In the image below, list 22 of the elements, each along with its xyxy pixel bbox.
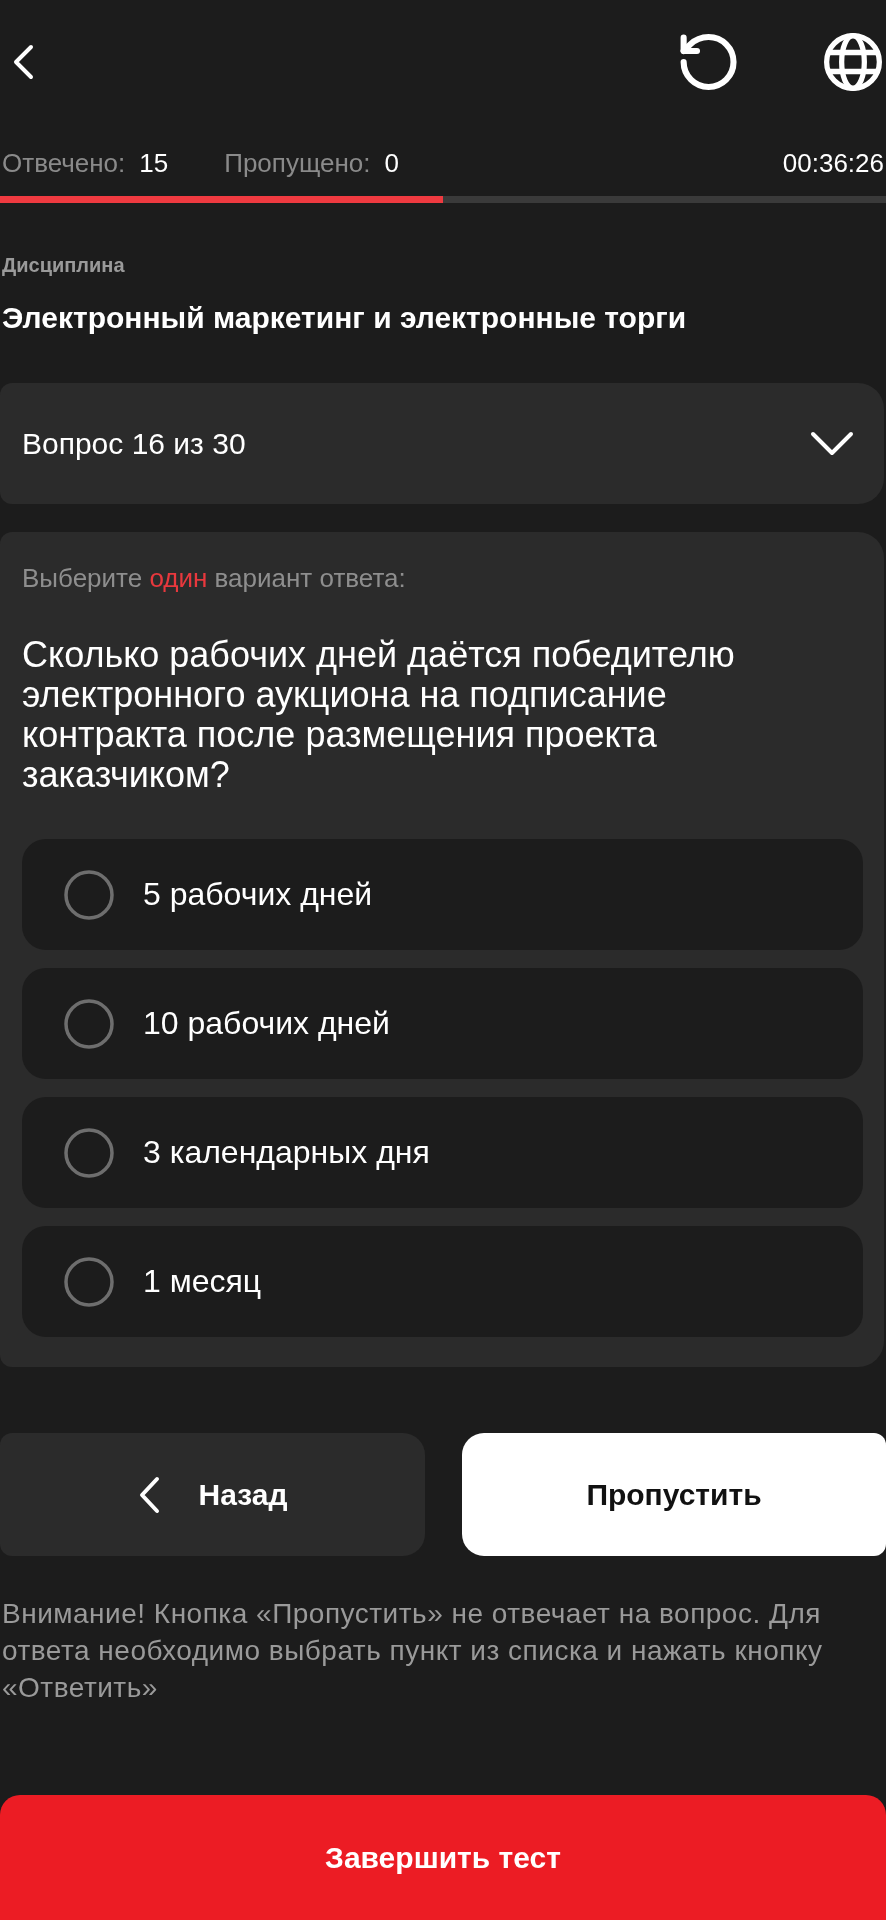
back-icon[interactable] <box>11 44 35 80</box>
back-button[interactable]: Назад <box>0 1433 425 1556</box>
discipline-title: Электронный маркетинг и электронные торги <box>1 300 688 336</box>
answer-option[interactable]: 3 календарных дня <box>22 1097 863 1208</box>
question-text: Сколько рабочих дней даётся победителю электронного аукциона на подписание контракта после размещения проекта заказчиком? <box>22 635 736 795</box>
answer-option[interactable]: 10 рабочих дней <box>22 968 863 1079</box>
skip-button[interactable]: Пропустить <box>462 1433 886 1556</box>
answer-option[interactable]: 5 рабочих дней <box>22 839 863 950</box>
skipped-label: Пропущено: <box>224 147 371 179</box>
timer-text: 00:36:26 <box>782 147 884 179</box>
skipped-count: 0 <box>384 147 399 179</box>
notice-text: Внимание! Кнопка «Пропустить» не отвечает на вопрос. Для ответа необходимо выбрать пункт из списка и нажать кнопку «Ответить» <box>1 1597 824 1705</box>
globe-icon[interactable] <box>824 33 882 91</box>
finish-button[interactable]: Завершить тест <box>0 1795 886 1920</box>
answer-option[interactable]: 1 месяц <box>22 1226 863 1337</box>
question-dropdown[interactable]: Вопрос 16 из 30 <box>0 383 884 504</box>
answered-count: 15 <box>139 147 169 179</box>
chevron-left-icon <box>137 1475 160 1514</box>
discipline-label: Дисциплина <box>1 253 126 277</box>
instruction-text: Выберите один вариант ответа: <box>22 562 407 594</box>
refresh-icon[interactable] <box>679 33 737 91</box>
answered-label: Отвечено: <box>2 147 126 179</box>
